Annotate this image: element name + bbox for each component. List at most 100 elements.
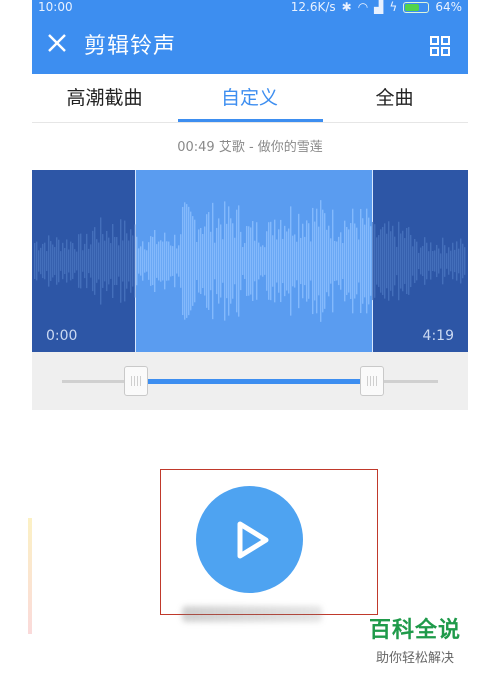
waveform-bar xyxy=(40,247,42,275)
waveform-bar xyxy=(438,248,440,274)
waveform-bar xyxy=(90,244,92,278)
waveform-bar xyxy=(404,238,406,284)
waveform-bar xyxy=(130,229,132,293)
play-button[interactable] xyxy=(196,486,303,593)
tab-highlight-clip[interactable]: 高潮截曲 xyxy=(32,74,177,122)
waveform-bar xyxy=(354,223,356,299)
waveform-bar xyxy=(168,241,170,281)
waveform-bar xyxy=(442,237,444,285)
waveform-bar xyxy=(200,227,202,295)
waveform-bar xyxy=(78,234,80,288)
waveform-bar xyxy=(428,251,430,271)
waveform-bar xyxy=(102,234,104,288)
waveform-bar xyxy=(154,230,156,292)
waveform-bar xyxy=(132,235,134,287)
waveform-bar xyxy=(446,253,448,269)
waveform-bar xyxy=(296,241,298,281)
waveform-bar xyxy=(280,219,282,303)
waveform-bar xyxy=(240,231,242,291)
charging-icon: ϟ xyxy=(389,0,398,14)
waveform-bar xyxy=(202,233,204,289)
waveform-bar xyxy=(148,242,150,280)
network-speed: 12.6K/s xyxy=(290,0,336,14)
waveform-bar xyxy=(182,206,184,316)
waveform-bar xyxy=(396,246,398,276)
waveform-bar xyxy=(238,205,240,317)
waveform-bar xyxy=(158,241,160,281)
waveform-bar xyxy=(320,200,322,322)
waveform-bar xyxy=(64,247,66,275)
waveform-bar xyxy=(46,251,48,271)
close-icon[interactable] xyxy=(44,30,70,56)
waveform-bar xyxy=(388,221,390,301)
waveform-bar xyxy=(410,234,412,288)
waveform-bar xyxy=(124,220,126,302)
bluetooth-icon: ✱ xyxy=(341,0,352,14)
waveform-bar xyxy=(358,239,360,283)
waveform-bar xyxy=(82,250,84,272)
waveform-bar xyxy=(184,202,186,320)
waveform-bar xyxy=(420,247,422,275)
waveform-bar xyxy=(150,236,152,286)
play-icon xyxy=(237,521,269,559)
waveform-bar xyxy=(258,242,260,280)
end-handle[interactable] xyxy=(360,366,384,396)
waveform-bar xyxy=(346,226,348,296)
waveform-bar xyxy=(382,226,384,296)
waveform-panel[interactable]: 0:00 4:19 xyxy=(32,170,468,352)
waveform-bar xyxy=(86,233,88,289)
waveform-bar xyxy=(118,245,120,277)
waveform-bar xyxy=(362,218,364,304)
waveform-bar xyxy=(416,241,418,281)
waveform-bar xyxy=(228,206,230,316)
waveform-bar xyxy=(236,209,238,313)
waveform-bar xyxy=(448,247,450,275)
status-bar: 10:00 12.6K/s ✱ ◠ ▟ ϟ 64% xyxy=(32,0,468,16)
waveform-bar xyxy=(316,208,318,314)
waveform-bar xyxy=(252,221,254,301)
waveform-bar xyxy=(462,243,464,279)
waveform-bar xyxy=(370,226,372,296)
waveform-bar xyxy=(366,208,368,314)
waveform-bar xyxy=(364,224,366,298)
waveform-bar xyxy=(162,241,164,281)
watermark-subtitle: 助你轻松解决 xyxy=(375,651,454,666)
tab-custom[interactable]: 自定义 xyxy=(177,74,322,122)
grid-icon[interactable] xyxy=(430,36,450,56)
blurred-caption xyxy=(182,606,322,622)
waveform-bar xyxy=(464,247,466,275)
waveform-bar xyxy=(242,247,244,275)
waveform-bar xyxy=(48,235,50,287)
waveform-bar xyxy=(456,241,458,281)
waveform-bar xyxy=(92,230,94,292)
waveform-bar xyxy=(54,247,56,275)
waveform-bar xyxy=(444,245,446,277)
waveform-bar xyxy=(216,227,218,295)
waveform-bar xyxy=(226,223,228,299)
waveform-bar xyxy=(260,246,262,276)
slider-selected-range xyxy=(135,379,371,384)
waveform-bar xyxy=(224,201,226,321)
waveform-bar xyxy=(244,243,246,279)
tab-full-song[interactable]: 全曲 xyxy=(322,74,467,122)
waveform-bar xyxy=(152,236,154,286)
start-handle[interactable] xyxy=(124,366,148,396)
signal-icon: ▟ xyxy=(374,0,384,14)
waveform-bar xyxy=(134,224,136,298)
waveform-bar xyxy=(180,234,182,288)
waveform-bar xyxy=(394,236,396,286)
tab-indicator xyxy=(178,119,323,122)
waveform-bar xyxy=(380,229,382,293)
waveform-bar xyxy=(282,238,284,284)
waveform-bar xyxy=(106,230,108,292)
waveform-bar xyxy=(110,243,112,279)
waveform-bar xyxy=(68,249,70,273)
waveform-bar xyxy=(178,245,180,277)
waveform-bar xyxy=(348,229,350,293)
waveform-bar xyxy=(114,236,116,286)
waveform-bar xyxy=(412,246,414,276)
waveform-bar xyxy=(328,225,330,297)
waveform-bar xyxy=(308,223,310,299)
waveform-bar xyxy=(42,243,44,279)
waveform-bar xyxy=(190,211,192,311)
